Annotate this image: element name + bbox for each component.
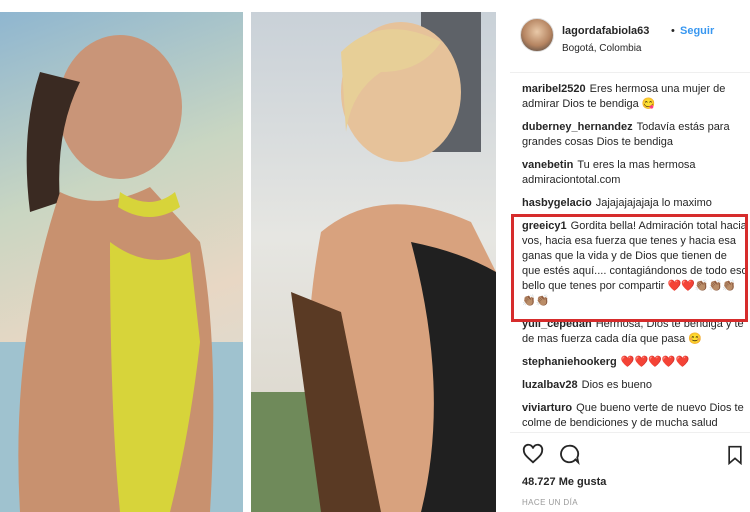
comment-username[interactable]: maribel2520 (522, 83, 586, 95)
comment-item: duberney_hernandez Todavía estás para gra… (522, 120, 748, 150)
comment-username[interactable]: luzalbav28 (522, 379, 578, 391)
comment-item: stephaniehookerg ❤️❤️❤️❤️❤️ (522, 355, 748, 370)
highlight-box (511, 214, 748, 322)
comment-item: maribel2520 Eres hermosa una mujer de adm… (522, 82, 748, 112)
comment-item: vanebetin Tu eres la mas hermosa admiraci… (522, 158, 748, 188)
post-header: lagordafabiola63 • Seguir Bogotá, Colomb… (520, 12, 750, 58)
comment-text: Dios es bueno (581, 379, 652, 391)
bookmark-icon[interactable] (725, 445, 745, 465)
comment-text: Jajajajajajaja lo maximo (595, 197, 712, 209)
follow-button[interactable]: Seguir (680, 25, 714, 37)
post-actions (522, 443, 590, 467)
likes-count[interactable]: 48.727 Me gusta (522, 476, 606, 488)
comment-username[interactable]: vanebetin (522, 159, 573, 171)
post-photo-right (251, 12, 496, 512)
comment-text: ❤️❤️❤️❤️❤️ (620, 356, 690, 368)
post-photo-left (0, 12, 243, 512)
post-photo-area (0, 0, 497, 512)
heart-icon[interactable] (522, 443, 544, 465)
header-divider (510, 72, 750, 73)
comment-item: hasbygelacio Jajajajajajaja lo maximo (522, 196, 748, 211)
comment-username[interactable]: hasbygelacio (522, 197, 592, 209)
avatar[interactable] (520, 18, 554, 52)
comment-username[interactable]: duberney_hernandez (522, 121, 633, 133)
comment-username[interactable]: stephaniehookerg (522, 356, 617, 368)
actions-divider (510, 432, 750, 433)
location-link[interactable]: Bogotá, Colombia (562, 43, 642, 54)
comment-item: luzalbav28 Dios es bueno (522, 378, 748, 393)
comment-icon[interactable] (558, 443, 581, 466)
post-timestamp: HACE UN DÍA (522, 498, 578, 507)
comment-username[interactable]: viviarturo (522, 402, 572, 414)
username-link[interactable]: lagordafabiola63 (562, 25, 649, 37)
comment-item: viviarturo Que bueno verte de nuevo Dios … (522, 401, 748, 431)
separator-dot: • (671, 25, 675, 37)
